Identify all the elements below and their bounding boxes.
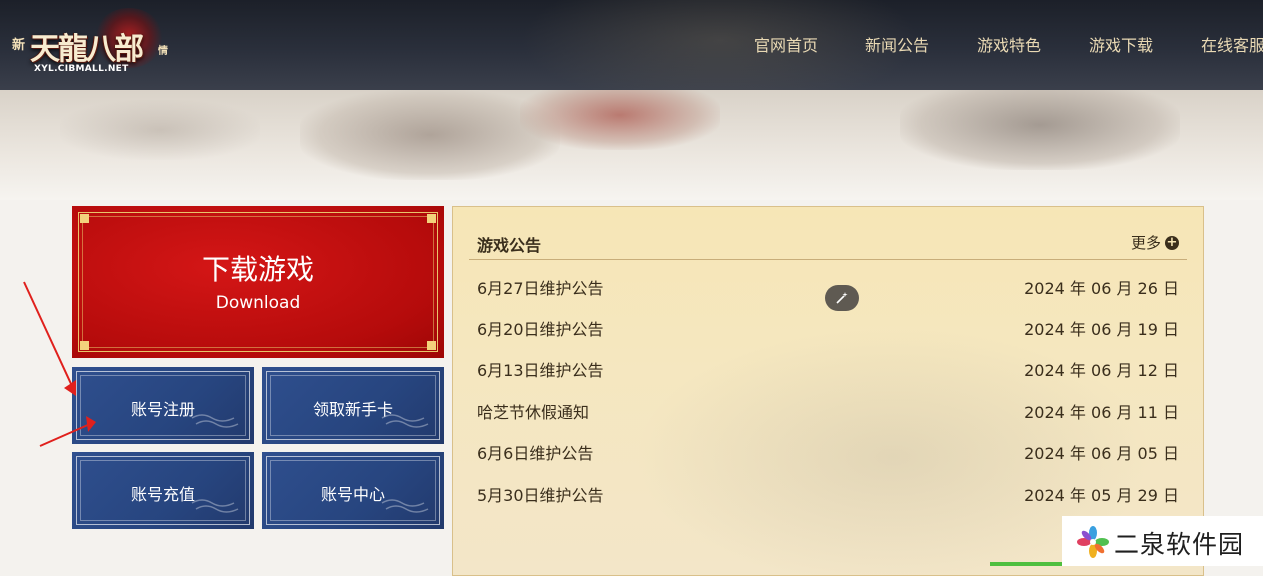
nav-news[interactable]: 新闻公告 (865, 32, 929, 56)
notice-item-date: 2024 年 06 月 26 日 (1024, 279, 1179, 298)
notice-item-title: 6月6日维护公告 (477, 444, 594, 463)
account-center-button[interactable]: 账号中心 (262, 452, 444, 529)
watermark: 二泉软件园 (1062, 516, 1263, 566)
notice-item-date: 2024 年 05 月 29 日 (1024, 486, 1179, 505)
account-recharge-button[interactable]: 账号充值 (72, 452, 254, 529)
annotation-arrow-icon (23, 281, 96, 447)
notice-item-date: 2024 年 06 月 05 日 (1024, 444, 1179, 463)
download-game-button[interactable]: 下载游戏 Download (72, 206, 444, 358)
top-header: 新 天龍八部 情 XYL.CIBMALL.NET 官网首页 新闻公告 游戏特色 … (0, 0, 1263, 90)
notice-item-title: 6月13日维护公告 (477, 361, 604, 380)
green-strip (990, 562, 1062, 566)
more-link[interactable]: 更多 + (1131, 232, 1179, 253)
notice-item[interactable]: 哈芝节休假通知 2024 年 06 月 11 日 (477, 399, 1179, 422)
download-subtitle: Download (215, 293, 301, 313)
nav-home[interactable]: 官网首页 (754, 32, 818, 56)
logo-url: XYL.CIBMALL.NET (34, 64, 129, 74)
notice-item-title: 5月30日维护公告 (477, 486, 604, 505)
account-center-label: 账号中心 (320, 485, 385, 504)
notice-item[interactable]: 6月20日维护公告 2024 年 06 月 19 日 (477, 316, 1179, 339)
notice-item-date: 2024 年 06 月 19 日 (1024, 320, 1179, 339)
watermark-text: 二泉软件园 (1114, 530, 1245, 559)
corner-ornament (427, 341, 436, 350)
nav-support[interactable]: 在线客服 (1201, 32, 1263, 56)
notice-divider (469, 259, 1187, 260)
notice-item-title: 哈芝节休假通知 (477, 403, 590, 422)
notice-item[interactable]: 5月30日维护公告 2024 年 05 月 29 日 (477, 482, 1179, 505)
banner-rock (520, 90, 720, 150)
more-label: 更多 (1130, 234, 1161, 252)
nav-download[interactable]: 游戏下载 (1089, 32, 1153, 56)
magic-wand-icon[interactable] (825, 285, 859, 311)
notice-item-date: 2024 年 06 月 12 日 (1024, 361, 1179, 380)
plus-circle-icon: + (1165, 234, 1179, 250)
notice-title: 游戏公告 (477, 236, 542, 255)
corner-ornament (80, 214, 89, 223)
newbie-card-label: 领取新手卡 (312, 400, 393, 419)
notice-item[interactable]: 6月6日维护公告 2024 年 06 月 05 日 (477, 440, 1179, 463)
banner-rock (900, 90, 1180, 170)
notice-item-title: 6月20日维护公告 (477, 320, 604, 339)
account-recharge-label: 账号充值 (130, 485, 195, 504)
main-nav: 官网首页 新闻公告 游戏特色 游戏下载 在线客服 (0, 32, 1263, 56)
notice-item-date: 2024 年 06 月 11 日 (1024, 403, 1179, 422)
notice-item-title: 6月27日维护公告 (477, 279, 604, 298)
newbie-card-button[interactable]: 领取新手卡 (262, 367, 444, 444)
notice-item[interactable]: 6月13日维护公告 2024 年 06 月 12 日 (477, 357, 1179, 380)
hero-banner (0, 90, 1263, 200)
banner-rock (60, 100, 260, 160)
corner-ornament (427, 214, 436, 223)
nav-features[interactable]: 游戏特色 (977, 32, 1041, 56)
download-title: 下载游戏 (201, 253, 314, 286)
pinwheel-logo-icon (1077, 526, 1109, 558)
